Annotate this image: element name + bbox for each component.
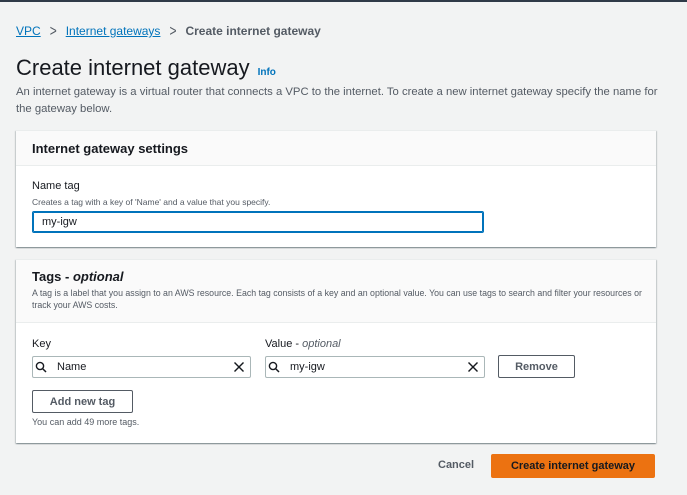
tag-key-value: Name — [57, 361, 87, 373]
page-title-row: Create internet gateway Info — [16, 55, 276, 81]
page-description: An internet gateway is a virtual router … — [16, 86, 658, 115]
tags-panel-header: Tags - optional A tag is a label that yo… — [16, 260, 656, 323]
search-icon — [268, 361, 288, 373]
create-internet-gateway-button[interactable]: Create internet gateway — [491, 454, 655, 478]
cancel-button[interactable]: Cancel — [438, 459, 474, 471]
tags-panel: Tags - optional A tag is a label that yo… — [16, 259, 656, 443]
key-column-label: Key — [32, 338, 51, 350]
remove-tag-button[interactable]: Remove — [498, 355, 575, 378]
tags-heading: Tags - optional — [32, 269, 124, 284]
name-tag-input[interactable]: my-igw — [32, 211, 484, 233]
tag-value-value: my-igw — [290, 361, 325, 373]
breadcrumb-link-internet-gateways[interactable]: Internet gateways — [66, 24, 161, 38]
tag-key-input[interactable]: Name — [32, 356, 251, 378]
breadcrumb: VPC > Internet gateways > Create interne… — [16, 21, 321, 41]
add-new-tag-button[interactable]: Add new tag — [32, 390, 133, 413]
value-column-label: Value - optional — [265, 338, 341, 350]
chevron-right-icon: > — [169, 21, 177, 41]
page-title: Create internet gateway — [16, 55, 250, 80]
name-tag-label: Name tag — [32, 180, 80, 192]
name-tag-hint: Creates a tag with a key of 'Name' and a… — [32, 197, 271, 207]
clear-key-icon[interactable] — [228, 361, 250, 373]
info-link[interactable]: Info — [258, 67, 276, 78]
breadcrumb-link-vpc[interactable]: VPC — [16, 24, 41, 38]
internet-gateway-settings-panel: Internet gateway settings Name tag Creat… — [16, 130, 656, 247]
remaining-tags-note: You can add 49 more tags. — [32, 417, 140, 427]
breadcrumb-current: Create internet gateway — [185, 24, 321, 38]
tag-value-input[interactable]: my-igw — [265, 356, 485, 378]
chevron-right-icon: > — [49, 21, 57, 41]
search-icon — [35, 361, 55, 373]
tags-description: A tag is a label that you assign to an A… — [32, 288, 642, 310]
clear-value-icon[interactable] — [462, 361, 484, 373]
panel-header: Internet gateway settings — [16, 131, 656, 166]
